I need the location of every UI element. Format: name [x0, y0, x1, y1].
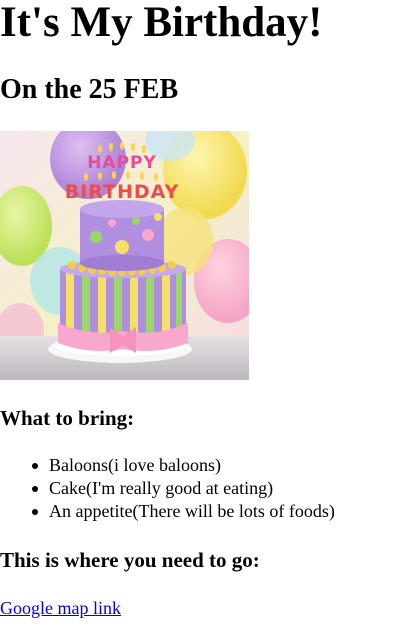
what-to-bring-heading: What to bring: — [0, 406, 135, 430]
google-map-link[interactable]: Google map link — [0, 597, 121, 620]
location-heading: This is where you need to go: — [0, 548, 260, 572]
date-subtitle: On the 25 FEB — [0, 74, 179, 105]
list-item-text: Baloons(i love baloons) — [49, 455, 221, 475]
bullet-icon — [32, 509, 38, 515]
list-item-text: Cake(I'm really good at eating) — [49, 478, 274, 498]
list-item-text: An appetite(There will be lots of foods) — [49, 501, 335, 521]
svg-text:BIRTHDAY: BIRTHDAY — [65, 181, 180, 203]
page-title: It's My Birthday! — [0, 0, 323, 46]
list-item: Cake(I'm really good at eating) — [30, 477, 411, 500]
list-item: Baloons(i love baloons) — [30, 454, 411, 477]
birthday-cake-image: HAPPY BIRTHDAY — [0, 131, 249, 380]
list-item: An appetite(There will be lots of foods) — [30, 500, 411, 523]
bring-list: Baloons(i love baloons) Cake(I'm really … — [30, 454, 411, 523]
bullet-icon — [32, 463, 38, 469]
svg-text:HAPPY: HAPPY — [87, 153, 157, 173]
bullet-icon — [32, 486, 38, 492]
